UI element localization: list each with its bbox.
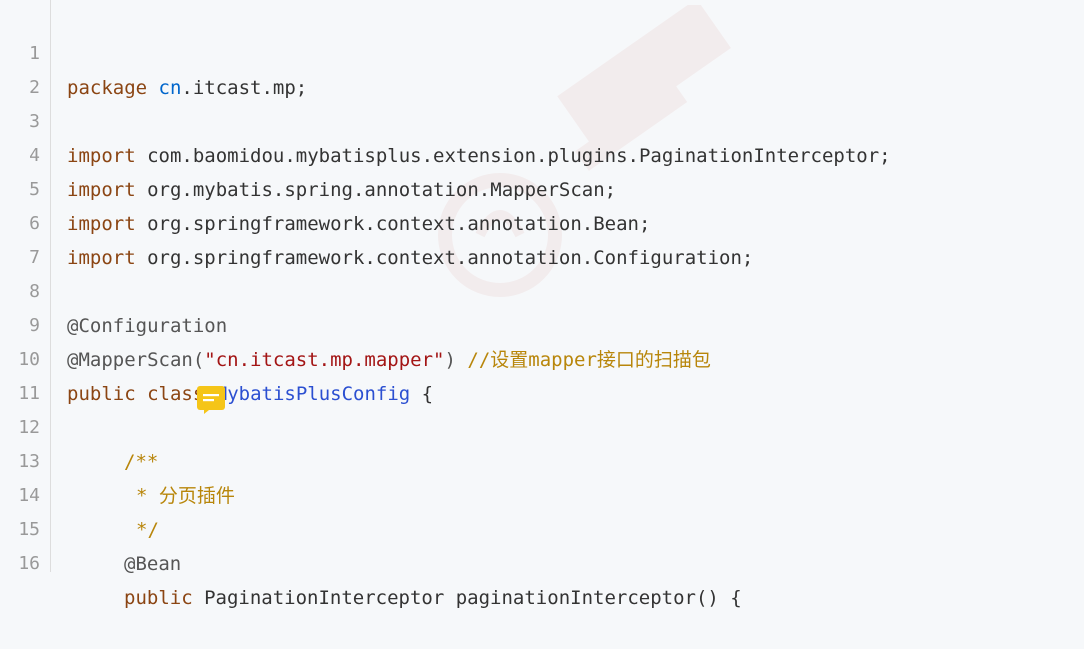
code-line-15: 15 @Bean — [0, 479, 1084, 575]
code-line-16: 16 public PaginationInterceptor paginati… — [0, 513, 1084, 609]
code-line-5: 5 import org.springframework.context.ann… — [0, 139, 1084, 235]
code-line-6: 6 import org.springframework.context.ann… — [0, 173, 1084, 269]
keyword-public: public — [124, 587, 193, 609]
code-line-2: 2 — [0, 37, 1084, 98]
code-line-8: 8 @Configuration — [0, 241, 1084, 337]
code-line-7: 7 — [0, 207, 1084, 268]
code-line-11: 11 — [0, 343, 1084, 404]
code-line-3: 3 import com.baomidou.mybatisplus.extens… — [0, 71, 1084, 167]
code-line-4: 4 import org.mybatis.spring.annotation.M… — [0, 105, 1084, 201]
code-line-14: 14 */ — [0, 445, 1084, 541]
code-line-1: 1 package cn.itcast.mp; — [0, 3, 1084, 99]
line-number: 16 — [18, 553, 40, 574]
code-line-13: 13 * 分页插件 — [0, 411, 1084, 507]
code-line-10: 10 public class MybatisPlusConfig { — [0, 309, 1084, 405]
code-editor: 1 package cn.itcast.mp; 2 3 import com.b… — [0, 0, 1084, 609]
code-line-9: 9 @MapperScan("cn.itcast.mp.mapper") //设… — [0, 275, 1084, 371]
method-signature: PaginationInterceptor paginationIntercep… — [192, 587, 742, 609]
code-line-12: 12 /** — [0, 377, 1084, 473]
